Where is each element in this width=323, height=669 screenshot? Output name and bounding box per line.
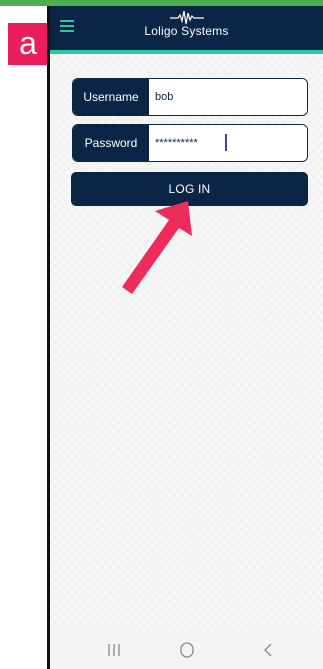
password-field: Password bbox=[72, 124, 308, 162]
app-header: Loligo Systems bbox=[50, 6, 323, 54]
username-input[interactable] bbox=[149, 79, 307, 115]
text-caret bbox=[225, 134, 227, 151]
loligo-wave-logo-icon bbox=[169, 10, 204, 25]
brand: Loligo Systems bbox=[50, 9, 323, 38]
password-label: Password bbox=[73, 125, 149, 161]
android-nav-bar bbox=[50, 631, 323, 669]
red-pointer-arrow bbox=[122, 201, 192, 294]
back-chevron-icon[interactable] bbox=[256, 640, 280, 660]
figure-root: a Loligo Systems Username Password LOG I… bbox=[0, 0, 323, 669]
recent-apps-icon[interactable] bbox=[102, 640, 126, 660]
phone-screen: Loligo Systems Username Password LOG IN bbox=[50, 6, 323, 669]
panel-label: a bbox=[8, 23, 48, 65]
home-circle-icon[interactable] bbox=[175, 640, 199, 660]
username-label: Username bbox=[73, 79, 149, 115]
password-input[interactable] bbox=[149, 125, 307, 161]
username-field: Username bbox=[72, 78, 308, 116]
brand-name: Loligo Systems bbox=[144, 24, 229, 38]
